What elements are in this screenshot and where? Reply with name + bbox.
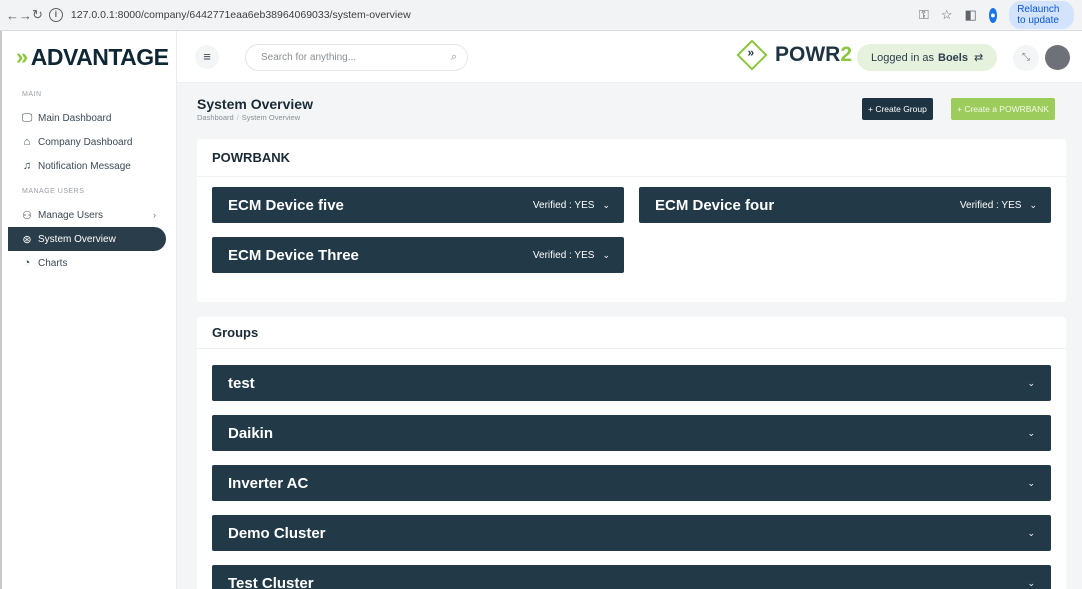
relaunch-button[interactable]: Relaunch to update [1009, 1, 1075, 29]
brand-name: ADVANTAGE [30, 43, 169, 70]
breadcrumb-current: System Overview [241, 113, 301, 122]
device-card-ecm-device-three[interactable]: ECM Device Three Verified : YES ⌄ [212, 237, 624, 273]
forward-arrow-icon[interactable]: → [19, 8, 32, 23]
browser-toolbar: ← → ↻ i 127.0.0.1:8000/company/6442771ea… [0, 0, 1082, 31]
avatar[interactable] [1045, 45, 1070, 70]
powr2-logo: » POWR 2 [736, 39, 853, 71]
device-card-ecm-device-four[interactable]: ECM Device four Verified : YES ⌄ [639, 187, 1051, 223]
chevron-down-icon[interactable]: ⌄ [1027, 428, 1035, 439]
sidebar-item-notification-message[interactable]: ♫ Notification Message [8, 154, 176, 178]
logged-in-user: Boels [938, 51, 968, 64]
sidebar-item-label: Company Dashboard [38, 136, 133, 148]
page-title: System Overview [197, 96, 313, 112]
section-label-main: MAIN [22, 91, 42, 98]
key-icon[interactable]: ⚿ [919, 7, 929, 23]
double-chevron-icon: » [16, 44, 28, 69]
breadcrumb: Dashboard / System Overview [197, 113, 301, 122]
menu-toggle-icon[interactable]: ≡ [195, 45, 219, 69]
search-input[interactable] [261, 52, 451, 63]
sidebar-item-manage-users[interactable]: ⚇ Manage Users › [8, 203, 176, 227]
group-name: Test Cluster [228, 574, 314, 589]
logged-in-prefix: Logged in as [871, 51, 934, 64]
fullscreen-icon[interactable]: ⤡ [1013, 45, 1039, 71]
powrbank-heading: POWRBANK [197, 139, 1066, 177]
sidebar-item-company-dashboard[interactable]: ⌂ Company Dashboard [8, 130, 176, 154]
logged-in-badge[interactable]: Logged in as Boels ⇄ [857, 44, 998, 71]
sidebar-item-system-overview[interactable]: ⊛ System Overview [8, 227, 166, 251]
group-row-inverter-ac[interactable]: Inverter AC ⌄ [212, 465, 1051, 501]
bell-icon: ♫ [22, 160, 32, 172]
breadcrumb-link-dashboard[interactable]: Dashboard [197, 113, 234, 122]
group-name: Demo Cluster [228, 524, 326, 542]
site-info-icon[interactable]: i [48, 8, 63, 22]
group-name: test [228, 374, 255, 392]
device-card-ecm-device-five[interactable]: ECM Device five Verified : YES ⌄ [212, 187, 624, 223]
window-edge [0, 31, 8, 589]
sidebar-item-charts[interactable]: ◔ Charts [8, 251, 176, 275]
chevron-right-icon: › [153, 210, 156, 220]
group-name: Inverter AC [228, 474, 309, 492]
main-content: System Overview Dashboard / System Overvie… [177, 83, 1082, 589]
reload-icon[interactable]: ↻ [32, 7, 43, 23]
top-header: ≡ ⌕ » POWR2 Logged in as Boels ⇄ ⤡ [177, 31, 1082, 83]
chevron-down-icon[interactable]: ⌄ [602, 250, 610, 261]
sidebar-item-label: Manage Users [38, 209, 104, 221]
star-icon[interactable]: ☆ [941, 7, 953, 23]
sidebar-item-label: System Overview [38, 233, 116, 245]
logo-text: POWR [775, 43, 841, 66]
group-row-test-cluster[interactable]: Test Cluster ⌄ [212, 565, 1051, 589]
home-icon: ⌂ [23, 136, 31, 148]
group-row-test[interactable]: test ⌄ [212, 365, 1051, 401]
group-name: Daikin [228, 424, 274, 442]
chevron-down-icon[interactable]: ⌄ [602, 200, 610, 211]
powr2-diamond-icon: » [736, 39, 768, 71]
group-row-daikin[interactable]: Daikin ⌄ [212, 415, 1051, 451]
device-name: ECM Device four [655, 196, 775, 214]
groups-heading: Groups [197, 317, 1066, 349]
device-name: ECM Device Three [228, 246, 359, 264]
chevron-down-icon[interactable]: ⌄ [1027, 578, 1035, 589]
url-text: 127.0.0.1:8000/company/6442771eaa6eb3896… [70, 9, 411, 21]
groups-card: Groups test ⌄ Daikin ⌄ Inverter AC ⌄ Dem… [197, 317, 1066, 589]
powrbank-card: POWRBANK ECM Device five Verified : YES … [197, 139, 1066, 302]
brand-logo[interactable]: » ADVANTAGE [8, 31, 176, 83]
search-icon[interactable]: ⌕ [451, 51, 457, 64]
monitor-icon: 🖵 [21, 111, 33, 124]
search-box[interactable]: ⌕ [245, 44, 468, 71]
profile-icon[interactable]: ● [988, 7, 998, 23]
sidebar: » ADVANTAGE MAIN 🖵 Main Dashboard ⌂ Comp… [8, 31, 177, 589]
chevron-down-icon[interactable]: ⌄ [1027, 528, 1035, 539]
sidebar-item-main-dashboard[interactable]: 🖵 Main Dashboard [8, 106, 176, 130]
back-arrow-icon[interactable]: ← [6, 8, 19, 23]
globe-icon: ⊛ [22, 233, 32, 246]
chevron-down-icon[interactable]: ⌄ [1027, 378, 1035, 389]
chevron-down-icon[interactable]: ⌄ [1029, 200, 1037, 211]
section-label-manage-users: MANAGE USERS [22, 188, 85, 195]
sidebar-item-label: Notification Message [38, 160, 131, 172]
group-row-demo-cluster[interactable]: Demo Cluster ⌄ [212, 515, 1051, 551]
switch-user-icon[interactable]: ⇄ [974, 51, 983, 64]
create-powrbank-button[interactable]: + Create a POWRBANK [951, 98, 1055, 120]
create-group-button[interactable]: + Create Group [862, 98, 933, 120]
logo-accent: 2 [840, 43, 853, 66]
verified-status: Verified : YES [959, 199, 1022, 211]
verified-status: Verified : YES [532, 199, 595, 211]
address-bar[interactable]: i 127.0.0.1:8000/company/6442771eaa6eb38… [48, 4, 919, 26]
verified-status: Verified : YES [532, 249, 595, 261]
sidepanel-icon[interactable]: ◧ [964, 7, 976, 23]
users-icon: ⚇ [22, 209, 32, 222]
sidebar-item-label: Main Dashboard [38, 112, 112, 124]
sidebar-item-label: Charts [38, 257, 68, 269]
chevron-down-icon[interactable]: ⌄ [1027, 478, 1035, 489]
device-name: ECM Device five [228, 196, 344, 214]
pie-chart-icon: ◔ [23, 257, 31, 269]
